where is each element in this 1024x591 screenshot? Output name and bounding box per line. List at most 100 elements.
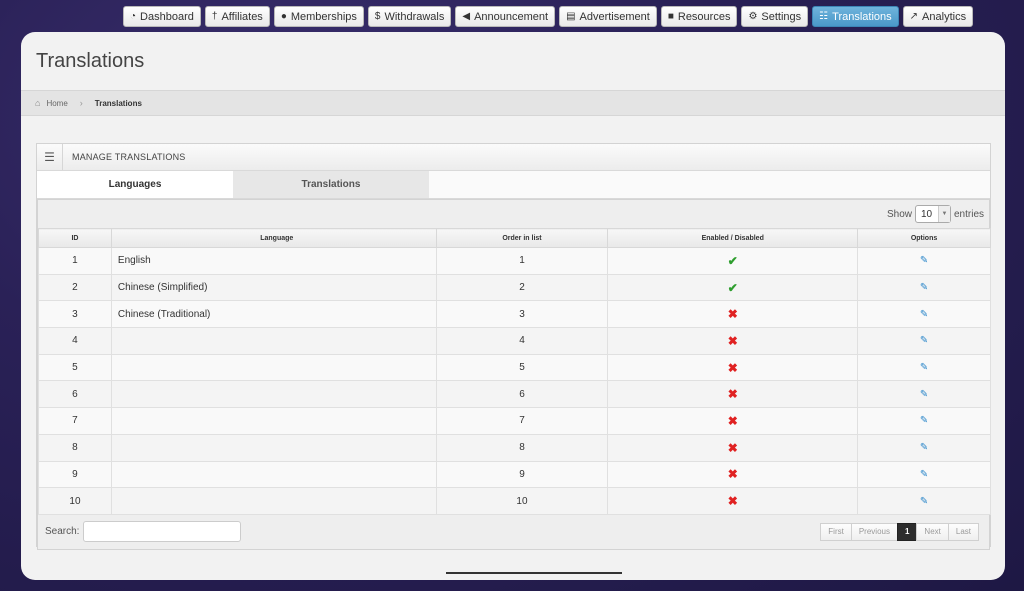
- table-row: 5 5 ✖ ✎: [38, 353, 991, 382]
- widget-header: ☰ MANAGE TRANSLATIONS: [37, 144, 990, 171]
- cross-icon: ✖: [727, 440, 738, 455]
- cell-id: 3: [38, 300, 112, 329]
- edit-icon[interactable]: ✎: [920, 442, 928, 453]
- edit-icon[interactable]: ✎: [920, 335, 928, 346]
- nav-translations-button[interactable]: ☷ Translations: [812, 6, 899, 27]
- edit-icon[interactable]: ✎: [920, 496, 928, 507]
- tab-translations[interactable]: Translations: [233, 171, 429, 198]
- cell-order: 8: [435, 433, 609, 462]
- nav-advertisement-button[interactable]: ▤ Advertisement: [559, 6, 657, 27]
- chevron-right-icon: ›: [79, 98, 83, 108]
- cell-order: 1: [435, 247, 609, 275]
- cell-options: ✎: [857, 380, 991, 409]
- table-row: 4 4 ✖ ✎: [38, 327, 991, 355]
- pagination-first-button[interactable]: First: [820, 522, 852, 541]
- edit-icon[interactable]: ✎: [920, 362, 928, 373]
- cell-enabled: ✖: [607, 327, 859, 355]
- search-label: Search:: [45, 526, 80, 538]
- column-header-enabled[interactable]: Enabled / Disabled: [607, 228, 859, 248]
- column-header-options: Options: [857, 228, 991, 248]
- cell-id: 10: [38, 487, 112, 515]
- table-row: 3 Chinese (Traditional) 3 ✖ ✎: [38, 300, 991, 329]
- entries-label: entries: [953, 208, 984, 220]
- edit-icon[interactable]: ✎: [920, 415, 928, 426]
- check-icon: ✔: [727, 280, 738, 295]
- cell-options: ✎: [857, 433, 991, 462]
- pagination-last-button[interactable]: Last: [947, 522, 979, 541]
- cell-options: ✎: [857, 327, 991, 355]
- nav-affiliates-button[interactable]: † Affiliates: [204, 6, 270, 27]
- cell-options: ✎: [857, 300, 991, 329]
- cross-icon: ✖: [727, 360, 738, 375]
- cell-language: [110, 460, 437, 489]
- chart-icon: ↗: [909, 10, 919, 22]
- nav-dashboard-button[interactable]: ◔ Dashboard: [123, 6, 201, 27]
- nav-announcement-button[interactable]: ◀ Announcement: [455, 6, 556, 27]
- table-row: 2 Chinese (Simplified) 2 ✔ ✎: [38, 273, 991, 302]
- cell-options: ✎: [857, 487, 991, 515]
- nav-label: Memberships: [290, 10, 357, 23]
- breadcrumb: ⌂ Home › Translations: [21, 90, 1005, 116]
- cross-icon: ✖: [727, 387, 738, 402]
- cell-enabled: ✖: [607, 407, 859, 435]
- nav-settings-button[interactable]: ⚙ Settings: [741, 6, 809, 27]
- nav-withdrawals-button[interactable]: $ Withdrawals: [367, 6, 452, 27]
- chevron-down-icon: ▼: [937, 206, 950, 222]
- page-length-control: Show 10 ▼ entries: [38, 200, 989, 228]
- top-navigation: ◔ Dashboard † Affiliates ● Memberships $ Withdr…: [123, 6, 974, 27]
- translate-icon: ☷: [819, 10, 829, 22]
- cell-order: 4: [435, 327, 609, 355]
- search-control: Search:: [45, 521, 242, 543]
- pagination-page-button[interactable]: 1: [896, 522, 918, 541]
- cell-id: 6: [38, 380, 112, 409]
- nav-memberships-button[interactable]: ● Memberships: [273, 6, 364, 27]
- page-length-value: 10: [920, 208, 933, 220]
- cell-id: 4: [38, 327, 112, 355]
- cell-options: ✎: [857, 247, 991, 275]
- manage-translations-widget: ☰ MANAGE TRANSLATIONS Languages Translat…: [36, 143, 991, 550]
- languages-table: ID Language Order in list Enabled / Disa…: [38, 228, 991, 515]
- breadcrumb-home[interactable]: Home: [46, 99, 67, 108]
- search-input[interactable]: [83, 521, 242, 543]
- edit-icon[interactable]: ✎: [920, 469, 928, 480]
- cell-enabled: ✔: [607, 273, 859, 302]
- edit-icon[interactable]: ✎: [920, 255, 928, 266]
- column-header-order[interactable]: Order in list: [435, 228, 609, 248]
- cell-enabled: ✖: [607, 380, 859, 409]
- pagination-next-button[interactable]: Next: [916, 522, 949, 541]
- page-length-select[interactable]: 10 ▼: [914, 205, 951, 223]
- edit-icon[interactable]: ✎: [920, 309, 928, 320]
- column-header-id[interactable]: ID: [38, 228, 112, 248]
- cell-language: [110, 433, 437, 462]
- nav-label: Resources: [677, 10, 731, 23]
- nav-analytics-button[interactable]: ↗ Analytics: [902, 6, 974, 27]
- edit-icon[interactable]: ✎: [920, 282, 928, 293]
- home-icon: ⌂: [35, 98, 41, 108]
- nav-resources-button[interactable]: ■ Resources: [660, 6, 738, 27]
- cell-enabled: ✔: [607, 247, 859, 275]
- nav-label: Announcement: [474, 10, 549, 23]
- nav-label: Translations: [832, 10, 892, 23]
- cell-id: 5: [38, 353, 112, 382]
- cell-order: 2: [435, 273, 609, 302]
- cell-id: 9: [38, 460, 112, 489]
- pagination-previous-button[interactable]: Previous: [850, 522, 898, 541]
- cell-enabled: ✖: [607, 460, 859, 489]
- main-panel: Translations ⌂ Home › Translations ☰ MAN…: [21, 32, 1005, 580]
- nav-label: Affiliates: [221, 10, 263, 23]
- cell-language: [110, 380, 437, 409]
- cell-language: Chinese (Simplified): [110, 273, 437, 302]
- nav-label: Dashboard: [140, 10, 194, 23]
- table-row: 1 English 1 ✔ ✎: [38, 247, 991, 275]
- cell-options: ✎: [857, 460, 991, 489]
- tab-languages[interactable]: Languages: [37, 171, 233, 198]
- table-row: 7 7 ✖ ✎: [38, 407, 991, 435]
- show-label: Show: [886, 208, 912, 220]
- widget-title: MANAGE TRANSLATIONS: [72, 152, 186, 162]
- cell-order: 10: [435, 487, 609, 515]
- cross-icon: ✖: [727, 467, 738, 482]
- table-row: 8 8 ✖ ✎: [38, 433, 991, 462]
- edit-icon[interactable]: ✎: [920, 389, 928, 400]
- column-header-language[interactable]: Language: [110, 228, 437, 248]
- nav-label: Advertisement: [579, 10, 650, 23]
